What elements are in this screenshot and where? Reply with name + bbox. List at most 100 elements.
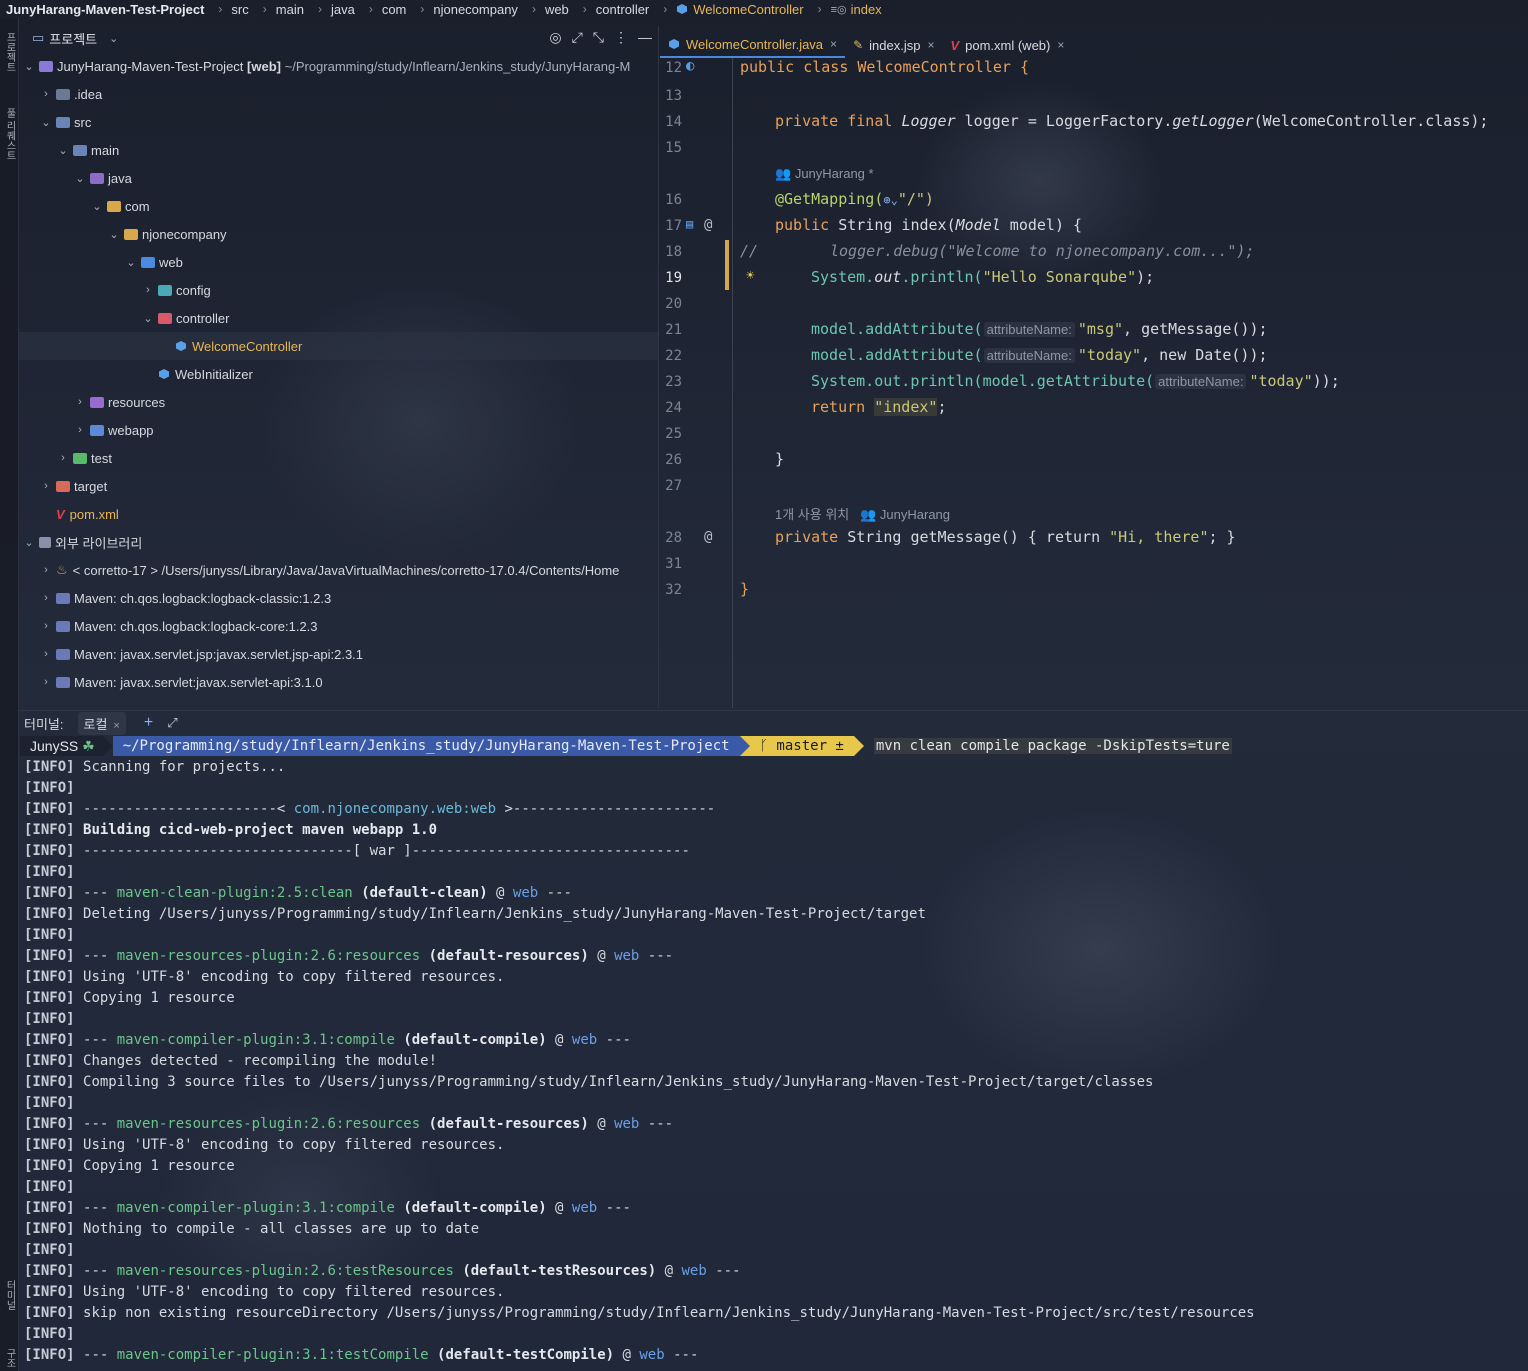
tab-welcomecontroller[interactable]: WelcomeController.java × bbox=[660, 32, 846, 58]
globe-icon[interactable]: ⊕⌄ bbox=[883, 193, 897, 207]
chevron-down-icon[interactable]: ⌄ bbox=[39, 116, 53, 129]
chevron-right-icon[interactable]: › bbox=[73, 396, 87, 408]
chevron-right-icon[interactable]: › bbox=[39, 592, 53, 604]
tree-row-webapp[interactable]: › webapp bbox=[18, 416, 658, 444]
chevron-down-icon[interactable]: ⌄ bbox=[22, 60, 36, 73]
tree-row-webinitializer[interactable]: WebInitializer bbox=[18, 360, 658, 388]
stripe-terminal-label[interactable]: 터미널 bbox=[1, 1280, 17, 1310]
chevron-right-icon[interactable]: › bbox=[56, 452, 70, 464]
chevron-down-icon[interactable]: ⌄ bbox=[107, 228, 121, 241]
chevron-right-icon[interactable]: › bbox=[39, 88, 53, 100]
chevron-right-icon[interactable]: › bbox=[39, 648, 53, 660]
prompt-branch: ᚴ master ± bbox=[749, 736, 854, 756]
terminal-command[interactable]: mvn clean compile package -DskipTests=tu… bbox=[873, 738, 1232, 754]
breadcrumb-item-controller[interactable]: controller bbox=[596, 2, 649, 17]
code-editor[interactable]: 12 13 14 15 16 17 18 19 20 21 22 23 24 2… bbox=[660, 58, 1528, 708]
breadcrumb-item-java[interactable]: java bbox=[331, 2, 355, 17]
chevron-right-icon[interactable]: › bbox=[39, 676, 53, 688]
stripe-pull-request-label[interactable]: 풀 리퀘스트 bbox=[1, 108, 17, 161]
tab-index-jsp[interactable]: ✎ index.jsp × bbox=[845, 32, 942, 58]
breadcrumb-item-web[interactable]: web bbox=[545, 2, 569, 17]
tree-row-project-root[interactable]: ⌄ JunyHarang-Maven-Test-Project [web] ~/… bbox=[18, 52, 658, 80]
close-icon[interactable]: × bbox=[1057, 38, 1064, 52]
minimize-icon[interactable]: — bbox=[638, 29, 652, 46]
breadcrumb-method[interactable]: index bbox=[851, 2, 882, 17]
prompt-separator bbox=[853, 736, 864, 756]
tree-row-target[interactable]: › target bbox=[18, 472, 658, 500]
plugin-goal: maven-clean-plugin:2.5:clean bbox=[116, 885, 353, 901]
tree-row-main[interactable]: ⌄ main bbox=[18, 136, 658, 164]
package-icon bbox=[141, 256, 155, 268]
tree-row-pom[interactable]: V pom.xml bbox=[18, 500, 658, 528]
panel-splitter[interactable] bbox=[658, 26, 659, 708]
more-icon[interactable]: ⋮ bbox=[614, 29, 628, 46]
info-tag: [INFO] bbox=[24, 1305, 75, 1321]
tree-row-njonecompany[interactable]: ⌄ njonecompany bbox=[18, 220, 658, 248]
collapse-icon[interactable]: ⤡ bbox=[593, 29, 604, 46]
bean-icon[interactable]: ◐ bbox=[686, 58, 694, 74]
tree-row-controller[interactable]: ⌄ controller bbox=[18, 304, 658, 332]
tree-row-com[interactable]: ⌄ com bbox=[18, 192, 658, 220]
tree-row-src[interactable]: ⌄ src bbox=[18, 108, 658, 136]
breadcrumb-item-com[interactable]: com bbox=[382, 2, 407, 17]
tree-row-idea[interactable]: › .idea bbox=[18, 80, 658, 108]
project-view-title[interactable]: 프로젝트 bbox=[49, 29, 97, 48]
chevron-down-icon[interactable]: ⌄ bbox=[109, 32, 118, 45]
chevron-down-icon[interactable]: ⌄ bbox=[22, 536, 36, 549]
endpoint-icon[interactable]: ▤ bbox=[686, 217, 693, 231]
tree-row-welcomecontroller[interactable]: WelcomeController bbox=[18, 332, 658, 360]
plugin-goal: maven-resources-plugin:2.6:testResources bbox=[116, 1263, 454, 1279]
chevron-down-icon[interactable]: ⌄ bbox=[73, 172, 87, 185]
breadcrumb-project[interactable]: JunyHarang-Maven-Test-Project bbox=[6, 2, 204, 17]
info-tag: [INFO] bbox=[24, 1011, 75, 1027]
tree-row-java[interactable]: ⌄ java bbox=[18, 164, 658, 192]
line-number: 22 bbox=[665, 348, 682, 364]
chevron-down-icon[interactable]: ⌄ bbox=[124, 256, 138, 269]
author-hint[interactable]: 👥 JunyHarang * bbox=[775, 166, 874, 182]
terminal-line: [INFO] Changes detected - recompiling th… bbox=[24, 1051, 437, 1072]
stripe-structure-label[interactable]: 구조 bbox=[1, 1348, 17, 1368]
expand-icon[interactable]: ⤢ bbox=[167, 715, 177, 731]
tree-row-web[interactable]: ⌄ web bbox=[18, 248, 658, 276]
tree-row-resources[interactable]: › resources bbox=[18, 388, 658, 416]
tree-row-lib-jsp-api[interactable]: › Maven: javax.servlet.jsp:javax.servlet… bbox=[18, 640, 658, 668]
breadcrumb-item-main[interactable]: main bbox=[276, 2, 304, 17]
chevron-down-icon[interactable]: ⌄ bbox=[56, 144, 70, 157]
expand-icon[interactable]: ⤢ bbox=[572, 29, 583, 46]
tree-row-lib-logback-core[interactable]: › Maven: ch.qos.logback:logback-core:1.2… bbox=[18, 612, 658, 640]
chevron-right-icon[interactable]: › bbox=[73, 424, 87, 436]
usage-author-hint[interactable]: 1개 사용 위치 👥 JunyHarang bbox=[775, 504, 950, 523]
user-icon: 👥 bbox=[775, 166, 792, 181]
chevron-right-icon[interactable]: › bbox=[141, 284, 155, 296]
close-icon[interactable]: × bbox=[113, 720, 119, 732]
chevron-down-icon[interactable]: ⌄ bbox=[90, 200, 104, 213]
locate-icon[interactable]: ◎ bbox=[549, 29, 561, 46]
code-line-19: System.out.println("Hello Sonarqube"); bbox=[811, 268, 1155, 286]
tree-row-jdk[interactable]: › ♨ < corretto-17 > /Users/junyss/Librar… bbox=[18, 556, 658, 584]
tree-row-lib-logback-classic[interactable]: › Maven: ch.qos.logback:logback-classic:… bbox=[18, 584, 658, 612]
tree-row-config[interactable]: › config bbox=[18, 276, 658, 304]
tree-row-external-libraries[interactable]: ⌄ 외부 라이브러리 bbox=[18, 528, 658, 556]
chevron-right-icon[interactable]: › bbox=[39, 480, 53, 492]
add-icon[interactable]: + bbox=[144, 714, 153, 732]
line-text: --- bbox=[639, 1116, 674, 1132]
terminal-tab-local[interactable]: 로컬 × bbox=[77, 711, 126, 735]
info-tag: [INFO] bbox=[24, 1095, 75, 1111]
chevron-right-icon[interactable]: › bbox=[39, 620, 53, 632]
at-icon[interactable]: @ bbox=[704, 529, 712, 545]
code-line-26: } bbox=[775, 450, 785, 468]
chevron-right-icon[interactable]: › bbox=[39, 564, 53, 576]
lightbulb-icon[interactable]: ☀ bbox=[746, 268, 754, 284]
breadcrumb-class[interactable]: WelcomeController bbox=[693, 2, 803, 17]
at-icon[interactable]: @ bbox=[704, 217, 712, 233]
tab-pom-xml[interactable]: V pom.xml (web) × bbox=[942, 32, 1072, 58]
close-icon[interactable]: × bbox=[927, 38, 934, 52]
tree-row-lib-servlet-api[interactable]: › Maven: javax.servlet:javax.servlet-api… bbox=[18, 668, 658, 696]
close-icon[interactable]: × bbox=[830, 37, 837, 51]
stripe-project-label[interactable]: 프로젝트 bbox=[1, 32, 17, 72]
breadcrumb-item-njonecompany[interactable]: njonecompany bbox=[433, 2, 518, 17]
tree-row-test[interactable]: › test bbox=[18, 444, 658, 472]
line-number: 28 bbox=[665, 530, 682, 546]
breadcrumb-item-src[interactable]: src bbox=[231, 2, 248, 17]
chevron-down-icon[interactable]: ⌄ bbox=[141, 312, 155, 325]
